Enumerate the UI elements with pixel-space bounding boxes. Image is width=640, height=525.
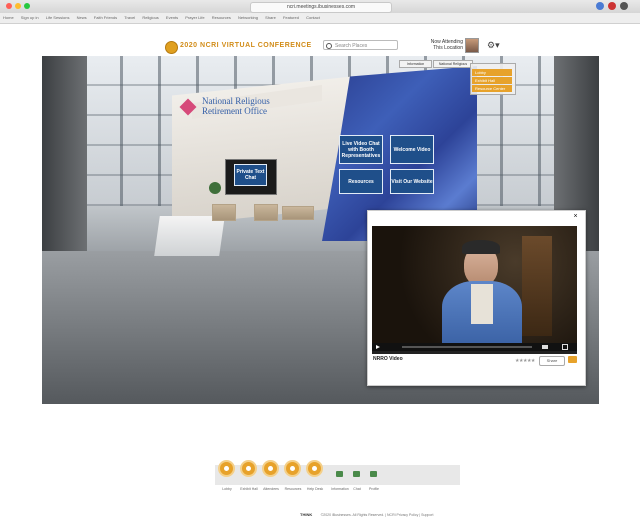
org-name-line1: National Religious [202, 96, 270, 106]
speaker-veil [462, 240, 500, 254]
bookmark-item[interactable]: Prayer Life [185, 15, 204, 20]
bookmark-item[interactable]: Contact [306, 15, 320, 20]
window-minimize-button[interactable] [15, 3, 21, 9]
bookmark-item[interactable]: Featured [283, 15, 299, 20]
chat-icon[interactable] [353, 471, 360, 477]
footer: THINK ©2020 iBusinesses. All Rights Rese… [300, 503, 450, 517]
left-wall [42, 56, 87, 256]
org-name: National Religious Retirement Office [202, 96, 270, 116]
window-close-button[interactable] [6, 3, 12, 9]
seek-bar[interactable] [402, 346, 532, 348]
information-icon[interactable] [336, 471, 343, 477]
bookmark-item[interactable]: Sign up in [21, 15, 39, 20]
video-title: NRRO Video [373, 356, 403, 362]
avatar[interactable] [465, 38, 479, 53]
folder-icon[interactable] [568, 356, 577, 363]
location-label: This Location [433, 45, 463, 51]
attendance-info: Now Attending This Location [413, 39, 463, 51]
footer-logo: THINK [300, 512, 313, 517]
bookmark-item[interactable]: Networking [238, 15, 258, 20]
volume-icon[interactable] [542, 345, 548, 349]
org-name-line2: Retirement Office [202, 106, 268, 116]
nav-item-exhibit-hall[interactable]: Exhibit Hall [472, 77, 512, 84]
conference-header [0, 24, 640, 52]
close-icon[interactable]: × [571, 212, 580, 221]
bookmark-item[interactable]: Religious [142, 15, 158, 20]
exhibit-hall-nav-button[interactable] [240, 460, 257, 477]
private-text-chat-button[interactable]: Private Text Chat [234, 164, 267, 186]
window-maximize-button[interactable] [24, 3, 30, 9]
bookmark-item[interactable]: Resources [212, 15, 231, 20]
reception-desk [154, 216, 225, 256]
extension-icon[interactable] [620, 2, 628, 10]
search-icon [326, 43, 332, 49]
share-button[interactable]: Share [539, 356, 565, 366]
video-controls[interactable] [372, 343, 577, 351]
welcome-video-button[interactable]: Welcome Video [390, 135, 434, 164]
live-video-chat-button[interactable]: Live Video Chat with Booth Representativ… [339, 135, 383, 164]
rating-stars[interactable]: ★★★★★ [515, 358, 535, 364]
help-pill[interactable]: Information [399, 60, 432, 68]
contact-pill[interactable]: National Religious [433, 60, 473, 68]
bookmark-item[interactable]: News [77, 15, 87, 20]
conference-logo-icon[interactable] [165, 41, 178, 54]
plant [209, 182, 221, 194]
video-player[interactable] [372, 226, 577, 354]
speaker-collar [471, 284, 493, 324]
doorway [522, 236, 552, 336]
search-input[interactable]: Search Places [323, 40, 398, 50]
extension-icon[interactable] [608, 2, 616, 10]
bookmark-item[interactable]: Home [3, 15, 14, 20]
bottom-nav-extra-label: Profile [369, 487, 379, 491]
conference-title: 2020 NCRI VIRTUAL CONFERENCE [180, 42, 312, 49]
resources-button[interactable]: Resources [339, 169, 383, 194]
gear-icon[interactable]: ⚙▾ [487, 40, 500, 51]
help-desk-nav-button[interactable] [306, 460, 323, 477]
lobby-nav-button[interactable] [218, 460, 235, 477]
address-bar[interactable]: ncri.meetings.ibusinesses.com [250, 2, 392, 13]
resources-nav-button[interactable] [284, 460, 301, 477]
nav-item-resource-center[interactable]: Resource Center [472, 85, 512, 92]
play-icon[interactable] [376, 345, 380, 349]
bookmarks-bar: Home Sign up in Life Sessions News Faith… [0, 13, 640, 24]
attendees-nav-button[interactable] [262, 460, 279, 477]
profile-icon[interactable] [370, 471, 377, 477]
bookmark-item[interactable]: Share [265, 15, 276, 20]
bookmark-item[interactable]: Life Sessions [46, 15, 70, 20]
footer-text[interactable]: ©2020 iBusinesses. All Rights Reserved. … [321, 513, 434, 517]
nav-item-lobby[interactable]: Lobby [472, 69, 512, 76]
fullscreen-icon[interactable] [562, 344, 568, 350]
bookmark-item[interactable]: Events [166, 15, 178, 20]
chair [212, 204, 236, 221]
bookmark-item[interactable]: Faith Friends [94, 15, 117, 20]
visit-website-button[interactable]: Visit Our Website [390, 169, 434, 194]
extension-icon[interactable] [596, 2, 604, 10]
chair [254, 204, 278, 221]
bench [282, 206, 314, 220]
bookmark-item[interactable]: Travel [124, 15, 135, 20]
